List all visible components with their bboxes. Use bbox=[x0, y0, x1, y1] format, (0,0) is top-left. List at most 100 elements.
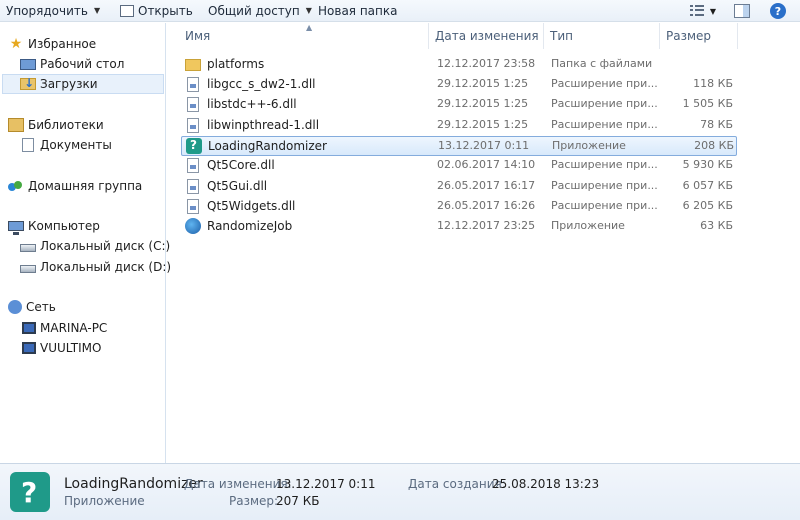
share-label: Общий доступ bbox=[208, 3, 300, 18]
sidebar-item-homegroup[interactable]: Домашняя группа bbox=[8, 176, 142, 196]
application-icon bbox=[10, 472, 50, 512]
file-size: 1 505 КБ bbox=[682, 97, 733, 110]
sidebar-item-label: Домашняя группа bbox=[28, 179, 143, 193]
star-icon: ★ bbox=[9, 36, 23, 52]
network-computer-icon bbox=[22, 322, 36, 334]
file-name: Qt5Widgets.dll bbox=[207, 199, 296, 213]
file-name: libstdc++-6.dll bbox=[207, 97, 297, 111]
sidebar-item-disk-c[interactable]: Локальный диск (C:) bbox=[20, 236, 170, 256]
column-header-label: Размер bbox=[666, 29, 712, 43]
file-row-platforms[interactable]: platforms 12.12.2017 23:58 Папка с файла… bbox=[181, 55, 737, 75]
file-size bbox=[667, 55, 733, 73]
homegroup-icon bbox=[8, 179, 24, 193]
command-bar: Упорядочить ▼ Открыть Общий доступ ▼ Нов… bbox=[0, 0, 800, 22]
details-size-value: 207 КБ bbox=[276, 494, 320, 508]
sidebar-item-libraries[interactable]: Библиотеки bbox=[8, 115, 104, 135]
column-header-type[interactable]: Тип bbox=[544, 23, 660, 49]
organize-button[interactable]: Упорядочить ▼ bbox=[0, 0, 112, 22]
file-type: Расширение при... bbox=[551, 77, 658, 90]
open-button[interactable]: Открыть bbox=[112, 0, 200, 22]
file-size: 118 КБ bbox=[693, 77, 733, 90]
dll-file-icon bbox=[187, 96, 199, 112]
details-modified-value: 13.12.2017 0:11 bbox=[276, 477, 376, 491]
file-size: 6 205 КБ bbox=[682, 199, 733, 212]
file-type: Приложение bbox=[552, 139, 626, 152]
file-name: Qt5Core.dll bbox=[207, 158, 275, 172]
column-header-date[interactable]: Дата изменения bbox=[429, 23, 544, 49]
file-type: Расширение при... bbox=[551, 118, 658, 131]
file-row-libgcc[interactable]: libgcc_s_dw2-1.dll 29.12.2015 1:25 Расши… bbox=[181, 75, 737, 95]
dll-file-icon bbox=[187, 178, 199, 194]
column-header-size[interactable]: Размер bbox=[660, 23, 738, 49]
file-date: 12.12.2017 23:25 bbox=[437, 219, 536, 232]
file-name: RandomizeJob bbox=[207, 219, 293, 233]
document-icon bbox=[22, 138, 34, 152]
file-name: Qt5Gui.dll bbox=[207, 179, 268, 193]
sidebar-item-label: Локальный диск (D:) bbox=[40, 260, 172, 274]
application-icon bbox=[186, 138, 202, 154]
dll-file-icon bbox=[187, 117, 199, 133]
open-label: Открыть bbox=[138, 3, 193, 18]
sidebar-item-marina-pc[interactable]: MARINA-PC bbox=[20, 318, 107, 338]
details-file-name: LoadingRandomizer bbox=[64, 476, 203, 492]
sidebar-item-label: VUULTIMO bbox=[40, 341, 102, 355]
file-date: 12.12.2017 23:58 bbox=[437, 57, 536, 70]
help-icon[interactable]: ? bbox=[770, 3, 786, 19]
details-created-value: 25.08.2018 13:23 bbox=[492, 477, 600, 491]
file-type: Расширение при... bbox=[551, 158, 658, 171]
column-header-name[interactable]: ▲ Имя bbox=[179, 23, 429, 49]
local-disk-icon bbox=[20, 244, 36, 252]
sidebar-item-label: Сеть bbox=[26, 300, 56, 314]
computer-icon bbox=[8, 221, 24, 235]
chevron-down-icon[interactable]: ▼ bbox=[710, 7, 716, 16]
sidebar-item-network[interactable]: Сеть bbox=[8, 297, 56, 317]
file-date: 29.12.2015 1:25 bbox=[437, 118, 529, 131]
sidebar-item-favorites[interactable]: ★ Избранное bbox=[8, 34, 96, 54]
file-size: 5 930 КБ bbox=[682, 158, 733, 171]
file-size: 208 КБ bbox=[694, 139, 734, 152]
details-file-kind: Приложение bbox=[64, 494, 145, 508]
view-options-icon[interactable] bbox=[689, 5, 706, 17]
sidebar-item-label: Компьютер bbox=[28, 219, 100, 233]
sidebar-item-label: Избранное bbox=[28, 37, 97, 51]
folder-icon bbox=[185, 59, 201, 71]
preview-pane-icon[interactable] bbox=[734, 4, 750, 18]
desktop-icon bbox=[20, 59, 36, 70]
column-header-label: Дата изменения bbox=[435, 29, 539, 43]
file-row-qt5widgets[interactable]: Qt5Widgets.dll 26.05.2017 16:26 Расширен… bbox=[181, 197, 737, 217]
file-row-libstdc[interactable]: libstdc++-6.dll 29.12.2015 1:25 Расширен… bbox=[181, 95, 737, 115]
sidebar-item-label: Загрузки bbox=[40, 77, 98, 91]
new-folder-button[interactable]: Новая папка bbox=[310, 0, 400, 22]
file-row-loadingrandomizer[interactable]: LoadingRandomizer 13.12.2017 0:11 Прилож… bbox=[181, 136, 737, 156]
file-row-qt5gui[interactable]: Qt5Gui.dll 26.05.2017 16:17 Расширение п… bbox=[181, 177, 737, 197]
file-list: platforms 12.12.2017 23:58 Папка с файла… bbox=[167, 54, 800, 464]
dll-file-icon bbox=[187, 198, 199, 214]
sidebar-item-label: Рабочий стол bbox=[40, 57, 125, 71]
share-button[interactable]: Общий доступ ▼ bbox=[200, 0, 312, 22]
file-row-randomizejob[interactable]: RandomizeJob 12.12.2017 23:25 Приложение… bbox=[181, 217, 737, 237]
sidebar-item-disk-d[interactable]: Локальный диск (D:) bbox=[20, 257, 171, 277]
file-date: 02.06.2017 14:10 bbox=[437, 158, 536, 171]
local-disk-icon bbox=[20, 265, 36, 273]
file-type: Расширение при... bbox=[551, 199, 658, 212]
sort-ascending-icon: ▲ bbox=[306, 23, 313, 32]
sidebar-item-downloads[interactable]: Загрузки bbox=[2, 74, 164, 94]
file-type: Приложение bbox=[551, 219, 625, 232]
sidebar-item-label: Библиотеки bbox=[28, 118, 104, 132]
new-folder-label: Новая папка bbox=[318, 3, 398, 18]
chevron-down-icon: ▼ bbox=[93, 6, 101, 15]
sidebar-item-label: MARINA-PC bbox=[40, 321, 108, 335]
file-row-libwinpthread[interactable]: libwinpthread-1.dll 29.12.2015 1:25 Расш… bbox=[181, 116, 737, 136]
sidebar-item-documents[interactable]: Документы bbox=[20, 135, 112, 155]
sidebar-item-desktop[interactable]: Рабочий стол bbox=[20, 54, 124, 74]
sidebar-item-computer[interactable]: Компьютер bbox=[8, 216, 100, 236]
file-size: 6 057 КБ bbox=[682, 179, 733, 192]
sidebar-item-vuultimo[interactable]: VUULTIMO bbox=[20, 338, 101, 358]
downloads-folder-icon bbox=[20, 76, 36, 90]
dll-file-icon bbox=[187, 76, 199, 92]
file-type: Папка с файлами bbox=[551, 57, 653, 70]
file-date: 26.05.2017 16:26 bbox=[437, 199, 536, 212]
file-row-qt5core[interactable]: Qt5Core.dll 02.06.2017 14:10 Расширение … bbox=[181, 156, 737, 176]
file-date: 29.12.2015 1:25 bbox=[437, 77, 529, 90]
open-app-icon bbox=[120, 4, 134, 17]
